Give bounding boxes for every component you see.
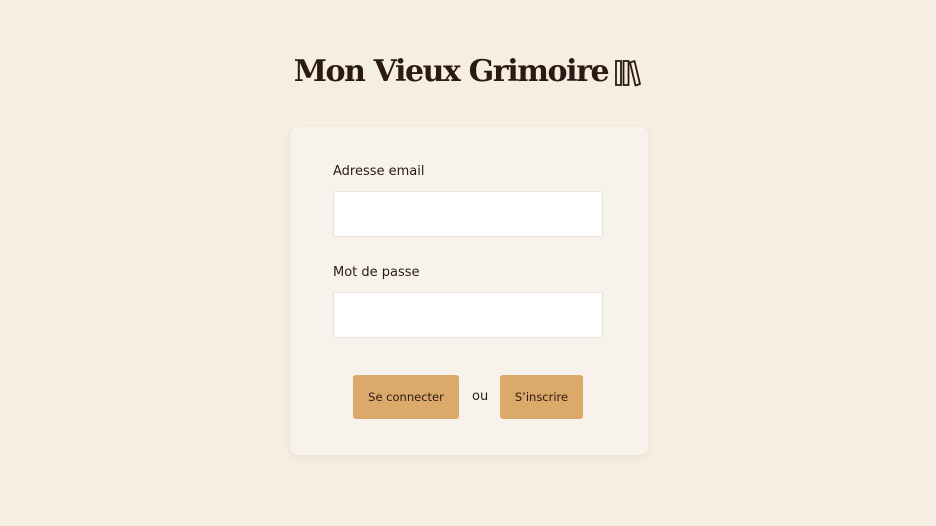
login-button[interactable]: Se connecter [353, 375, 459, 419]
email-label: Adresse email [333, 164, 425, 179]
or-separator: ou [472, 389, 489, 404]
password-label: Mot de passe [333, 265, 420, 280]
site-header: Mon Vieux Grimoire [0, 52, 936, 92]
email-field[interactable] [333, 191, 603, 237]
password-field[interactable] [333, 292, 603, 338]
signup-button[interactable]: S’inscrire [500, 375, 583, 419]
books-icon [614, 58, 642, 88]
site-logo-title: Mon Vieux Grimoire [293, 54, 610, 89]
login-card: Adresse email Mot de passe Se connecter … [290, 127, 648, 455]
